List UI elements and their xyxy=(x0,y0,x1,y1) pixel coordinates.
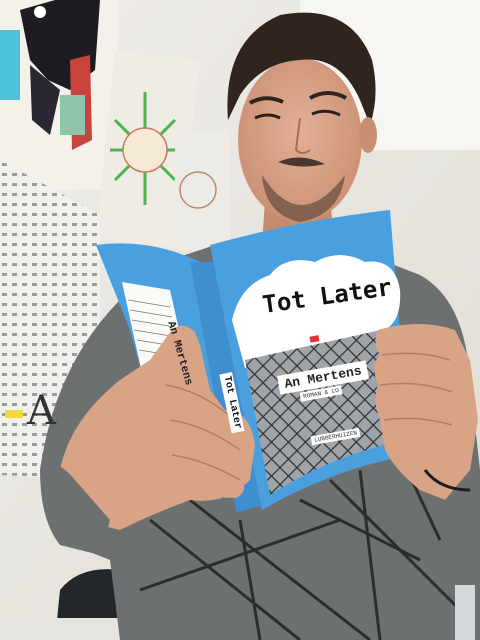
ear xyxy=(359,117,377,153)
face xyxy=(238,58,362,222)
photo-scene xyxy=(0,0,480,640)
bottle xyxy=(455,585,475,640)
poster-letter: A xyxy=(27,388,56,434)
poster-sketch xyxy=(175,130,230,250)
desk-edge xyxy=(0,618,120,640)
poster-illustration xyxy=(0,0,118,190)
